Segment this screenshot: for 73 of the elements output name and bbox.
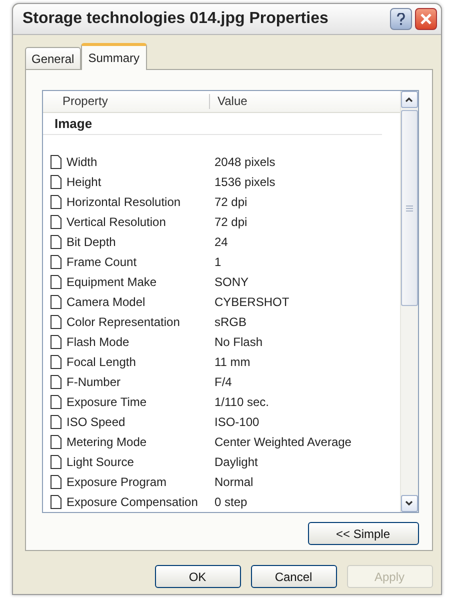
property-name: Width [66,155,98,169]
tab[interactable]: General [24,47,82,69]
group-label: Image [54,116,92,131]
property-name: Bit Depth [66,235,116,249]
property-name: ISO Speed [66,415,126,429]
document-icon [50,195,62,209]
simple-view-button[interactable]: << Simple [308,522,418,545]
property-name: Equipment Make [66,275,157,289]
document-icon [50,455,62,469]
property-value: 11 mm [214,355,252,369]
property-value: 1 [214,255,222,269]
document-icon [50,415,62,429]
document-icon [50,475,62,489]
help-icon [396,12,404,26]
property-value: 24 [214,235,229,249]
help-button[interactable] [390,8,412,30]
property-value: 72 dpi [214,195,248,209]
property-name: Vertical Resolution [66,215,166,229]
scroll-down-button[interactable] [400,495,418,512]
property-value: 0 step [214,495,248,509]
property-name: Horizontal Resolution [66,195,181,209]
property-name: Metering Mode [66,435,147,449]
dialog-button[interactable]: Cancel [250,565,336,588]
document-icon [50,275,62,289]
property-name: Frame Count [66,255,137,269]
property-value: F/4 [214,375,233,389]
property-name: Focal Length [66,355,136,369]
document-icon [50,335,62,349]
property-value: No Flash [214,335,264,349]
close-icon [420,13,432,25]
property-value: SONY [214,275,250,289]
document-icon [50,155,62,169]
document-icon [50,295,62,309]
property-name: Color Representation [66,315,180,329]
document-icon [50,395,62,409]
document-icon [50,375,62,389]
property-value: Center Weighted Average [214,435,352,449]
property-value: CYBERSHOT [214,295,290,309]
property-value: Normal [214,475,254,489]
document-icon [50,315,62,329]
document-icon [50,355,62,369]
document-icon [50,435,62,449]
grip-icon [406,204,412,212]
tab[interactable]: Summary [81,43,147,70]
document-icon [50,495,62,509]
scrollbar[interactable] [400,91,418,512]
property-value: 1536 pixels [214,175,276,189]
document-icon [50,215,62,229]
property-name: Exposure Compensation [66,495,198,509]
property-name: Height [66,175,102,189]
property-name: F-Number [66,375,121,389]
property-name: Exposure Program [66,475,167,489]
caret-up-icon [405,97,413,102]
property-value: sRGB [214,315,248,329]
property-value: 72 dpi [214,215,248,229]
document-icon [50,175,62,189]
column-header[interactable]: Property [42,94,208,109]
scroll-up-button[interactable] [400,91,418,108]
window-title: Storage technologies 014.jpg Properties [22,10,330,28]
document-icon [50,255,62,269]
caret-down-icon [405,501,413,506]
property-name: Exposure Time [66,395,147,409]
property-value: Daylight [214,455,259,469]
close-button[interactable] [414,8,436,30]
dialog-button[interactable]: OK [154,565,240,588]
document-icon [50,235,62,249]
property-name: Camera Model [66,295,146,309]
property-value: 2048 pixels [214,155,276,169]
property-value: ISO-100 [214,415,260,429]
scroll-thumb[interactable] [400,110,418,306]
property-name: Flash Mode [66,335,130,349]
property-name: Light Source [66,455,134,469]
property-value: 1/110 sec. [214,395,270,409]
